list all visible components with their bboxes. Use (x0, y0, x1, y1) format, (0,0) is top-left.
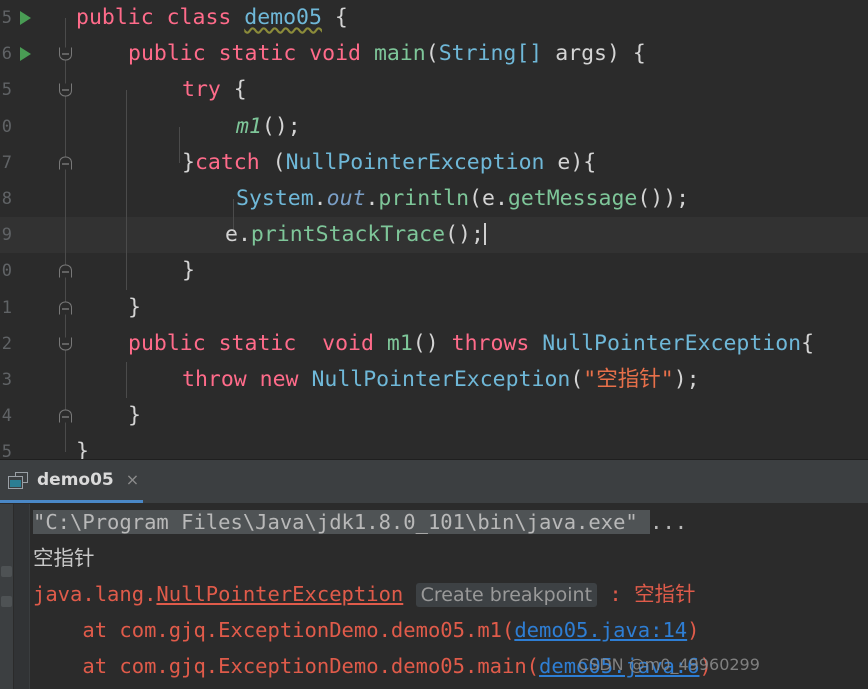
code-text: throw new NullPointerException("空指针"); (182, 366, 700, 392)
run-gutter-icon[interactable] (20, 47, 31, 62)
code-line[interactable]: 5 } (0, 434, 868, 459)
indent-guide (126, 180, 127, 218)
line-number: 5 (1, 80, 12, 101)
code-line-current[interactable]: 9 e.printStackTrace(); (0, 217, 868, 254)
line-number: 1 (1, 297, 12, 318)
code-text: } (182, 258, 195, 284)
console-line-stackframe: at com.gjq.ExceptionDemo.demo05.m1(demo0… (0, 612, 868, 648)
indent-guide (233, 198, 234, 218)
indent-guide (126, 90, 127, 109)
code-line[interactable]: 7 }catch (NullPointerException e){ (0, 144, 868, 181)
exception-separator: : (597, 582, 635, 606)
create-breakpoint-chip[interactable]: Create breakpoint (415, 583, 598, 607)
line-number: 8 (1, 188, 12, 209)
console-line-command: "C:\Program Files\Java\jdk1.8.0_101\bin\… (0, 504, 868, 540)
frame-link[interactable]: demo05.java:14 (514, 618, 687, 642)
code-line[interactable]: 6 public static void main(String[] args)… (0, 36, 868, 73)
text-caret (483, 223, 486, 246)
line-number: 7 (1, 152, 12, 173)
console-tab-bar: demo05 × (0, 460, 868, 504)
line-number: 9 (1, 225, 12, 246)
console-line-exception: java.lang.NullPointerException Create br… (0, 576, 868, 612)
code-text: } (76, 439, 89, 459)
code-line[interactable]: 3 throw new NullPointerException("空指针"); (0, 361, 868, 399)
code-line[interactable]: 0 m1(); (0, 108, 868, 145)
code-line[interactable]: 2 public static void m1() throws NullPoi… (0, 325, 868, 362)
frame-suffix: ) (687, 618, 700, 642)
line-number: 3 (1, 369, 12, 390)
frame-text: at com.gjq.ExceptionDemo.demo05.main( (33, 654, 540, 678)
indent-guide (65, 361, 66, 399)
line-number: 0 (1, 261, 12, 282)
line-number: 6 (1, 44, 12, 65)
code-text: }catch (NullPointerException e){ (182, 149, 597, 175)
indent-guide (126, 361, 127, 399)
fold-toggle-icon[interactable] (59, 409, 72, 423)
code-text: try { (182, 77, 247, 103)
code-text: System.out.println(e.getMessage()); (236, 185, 690, 211)
code-text: e.printStackTrace(); (225, 222, 486, 248)
ide-window: 5 public class demo05 { 6 public static … (0, 0, 868, 689)
code-editor[interactable]: 5 public class demo05 { 6 public static … (0, 0, 868, 459)
code-line[interactable]: 1 } (0, 289, 868, 326)
code-line[interactable]: 5 try { (0, 72, 868, 109)
command-ellipsis: ... (650, 510, 688, 534)
fold-toggle-icon[interactable] (59, 301, 72, 315)
indent-guide (126, 144, 127, 181)
indent-guide (126, 253, 127, 290)
console-window-icon (8, 471, 28, 489)
line-number: 5 (1, 442, 12, 459)
indent-guide (179, 126, 180, 145)
fold-toggle-icon[interactable] (59, 156, 72, 170)
code-line[interactable]: 4 } (0, 398, 868, 435)
fold-toggle-icon[interactable] (59, 264, 72, 278)
code-line[interactable]: 0 } (0, 253, 868, 290)
code-text: } (128, 403, 141, 429)
command-text: "C:\Program Files\Java\jdk1.8.0_101\bin\… (33, 510, 651, 534)
console-tab-label: demo05 (37, 470, 114, 490)
line-number: 4 (1, 406, 12, 427)
code-text: public static void m1() throws NullPoint… (128, 330, 815, 356)
close-icon[interactable]: × (126, 472, 139, 488)
fold-toggle-icon[interactable] (59, 83, 72, 97)
code-text: m1(); (236, 113, 301, 139)
watermark: CSDN @m0_49960299 (578, 655, 760, 674)
line-number: 0 (1, 116, 12, 137)
code-text: public class demo05 { (76, 5, 348, 30)
line-number: 2 (1, 333, 12, 354)
fold-toggle-icon[interactable] (59, 337, 72, 351)
run-gutter-icon[interactable] (20, 11, 31, 26)
indent-guide (65, 18, 66, 37)
indent-guide (126, 108, 127, 145)
line-number: 5 (1, 8, 12, 28)
indent-guide (179, 144, 180, 163)
exception-package: java.lang. (33, 582, 157, 606)
fold-toggle-icon[interactable] (59, 47, 72, 61)
run-tool-window: demo05 × "C:\Program Files\Java\jdk1.8.0… (0, 459, 868, 689)
code-text: } (128, 294, 141, 320)
indent-guide (65, 180, 66, 218)
indent-guide (126, 217, 127, 254)
console-line-stdout: 空指针 (33, 546, 95, 570)
code-line[interactable]: 8 System.out.println(e.getMessage()); (0, 180, 868, 218)
exception-class[interactable]: NullPointerException (156, 582, 403, 606)
indent-guide (65, 434, 66, 453)
indent-guide (65, 108, 66, 145)
indent-guide (65, 217, 66, 254)
frame-text: at com.gjq.ExceptionDemo.demo05.m1( (33, 618, 515, 642)
code-text: public static void main(String[] args) { (128, 41, 646, 67)
exception-message: 空指针 (634, 582, 696, 606)
console-tab-demo05[interactable]: demo05 × (0, 460, 143, 503)
code-line[interactable]: 5 public class demo05 { (0, 0, 868, 37)
